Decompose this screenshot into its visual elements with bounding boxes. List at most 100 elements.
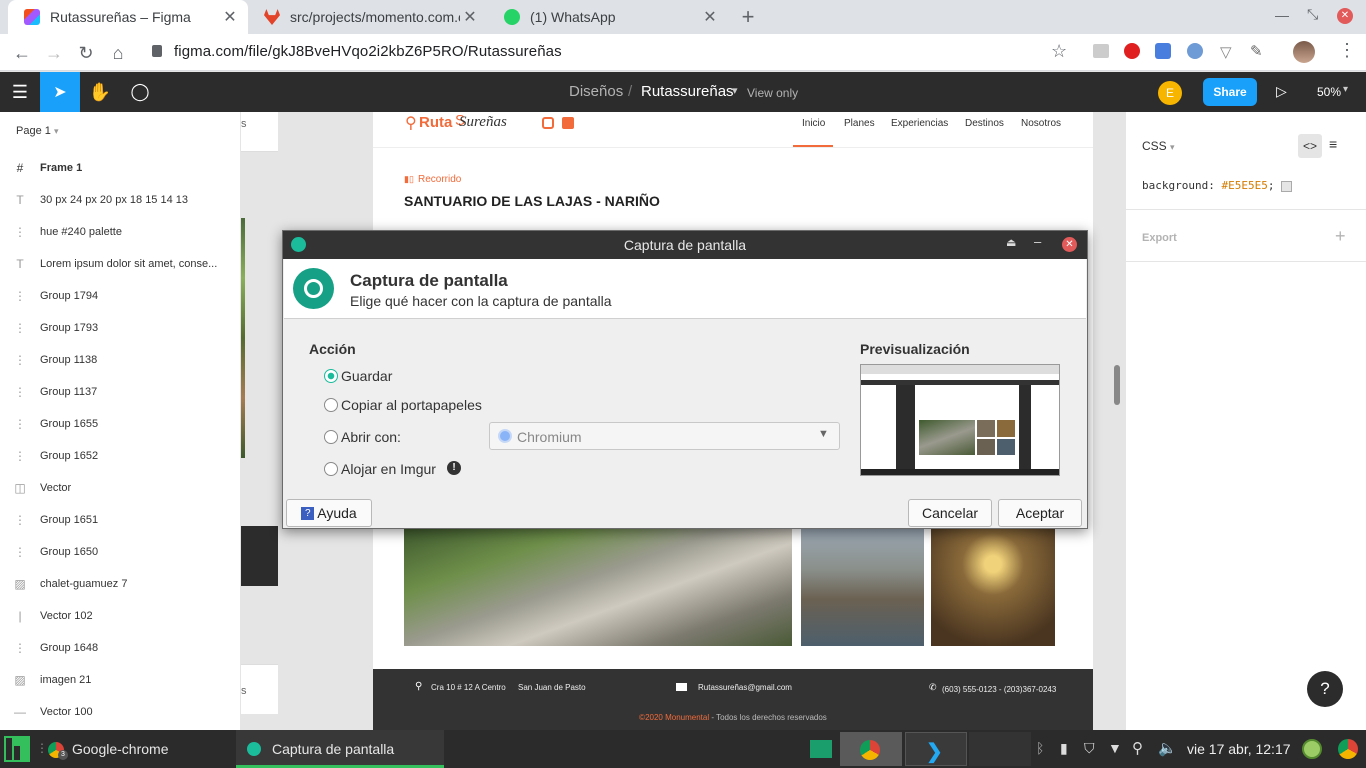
layer-item[interactable]: ⋮ Group 1651 bbox=[0, 504, 241, 536]
workspace-thumbnail[interactable] bbox=[840, 732, 902, 766]
url-input[interactable]: figma.com/file/gkJ8BveHVqo2i2kbZ6P5RO/Ru… bbox=[174, 43, 562, 60]
copyright-brand: ©2020 Monumental bbox=[639, 713, 710, 722]
manjaro-menu-icon[interactable] bbox=[4, 736, 30, 762]
layer-item[interactable]: # Frame 1 bbox=[0, 152, 241, 184]
workspace-thumbnail[interactable] bbox=[969, 732, 1031, 766]
security-icon[interactable]: ⛉ bbox=[1084, 740, 1095, 757]
radio-copy[interactable] bbox=[324, 398, 338, 412]
wifi-icon[interactable]: ▼ bbox=[1108, 740, 1122, 756]
share-button[interactable]: Share bbox=[1203, 78, 1257, 106]
opera-icon[interactable] bbox=[1124, 43, 1140, 59]
layer-item[interactable]: ⋮ Group 1648 bbox=[0, 632, 241, 664]
comment-tool-icon[interactable]: ◯ bbox=[120, 72, 160, 112]
layer-type-icon: ⋮ bbox=[14, 513, 26, 527]
layer-item[interactable]: ⋮ Group 1138 bbox=[0, 344, 241, 376]
chevron-down-icon: ▼ bbox=[818, 428, 829, 440]
new-tab-icon[interactable]: + bbox=[736, 4, 760, 30]
taskbar-capture[interactable]: Captura de pantalla bbox=[236, 730, 444, 768]
layer-type-icon: ▨ bbox=[14, 673, 26, 687]
tab-gitlab[interactable]: src/projects/momento.com.c ✕ bbox=[248, 0, 488, 34]
tab-whatsapp[interactable]: (1) WhatsApp ✕ bbox=[488, 0, 728, 34]
workspace-icon[interactable] bbox=[810, 740, 832, 758]
reload-icon[interactable]: ↻ bbox=[73, 40, 99, 66]
code-view-icon[interactable]: <> bbox=[1298, 134, 1322, 158]
close-window-icon[interactable]: ✕ bbox=[1337, 8, 1353, 24]
avatar[interactable] bbox=[1293, 41, 1315, 63]
move-tool-icon[interactable]: ➤ bbox=[40, 72, 80, 112]
add-export-icon[interactable]: + bbox=[1335, 226, 1346, 247]
restore-icon[interactable]: ⤡ bbox=[1307, 6, 1318, 23]
dialog-titlebar[interactable]: Captura de pantalla ⏏ – ✕ bbox=[283, 231, 1087, 259]
help-button[interactable]: ? bbox=[1307, 671, 1343, 707]
hamburger-icon[interactable]: ☰ bbox=[0, 72, 40, 112]
network-icon[interactable]: ⚲ bbox=[1132, 739, 1143, 757]
shade-icon[interactable]: ⏏ bbox=[1006, 236, 1016, 249]
close-icon[interactable]: ✕ bbox=[1062, 237, 1077, 252]
layer-item[interactable]: ⋮ Group 1655 bbox=[0, 408, 241, 440]
layer-item[interactable]: ⋮ Group 1650 bbox=[0, 536, 241, 568]
volume-icon[interactable]: 🔈 bbox=[1158, 739, 1177, 757]
translate-icon[interactable] bbox=[1155, 43, 1171, 59]
color-swatch[interactable] bbox=[1281, 181, 1292, 192]
extension-icon[interactable] bbox=[1187, 43, 1203, 59]
layer-item[interactable]: ⋮ Group 1652 bbox=[0, 440, 241, 472]
layer-item[interactable]: — Vector 100 bbox=[0, 696, 241, 728]
close-icon[interactable]: ✕ bbox=[460, 7, 480, 27]
layer-item[interactable]: T Lorem ipsum dolor sit amet, conse... bbox=[0, 248, 241, 280]
vue-icon[interactable]: ▽ bbox=[1220, 43, 1232, 61]
back-icon[interactable]: ← bbox=[9, 40, 35, 66]
layer-item[interactable]: ⋮ hue #240 palette bbox=[0, 216, 241, 248]
eyedropper-icon[interactable]: ✎ bbox=[1250, 42, 1263, 60]
cancel-button[interactable]: Cancelar bbox=[908, 499, 992, 527]
layer-item[interactable]: ⋮ Group 1794 bbox=[0, 280, 241, 312]
forward-icon[interactable]: → bbox=[41, 40, 67, 66]
layer-item[interactable]: ▨ chalet-guamuez 7 bbox=[0, 568, 241, 600]
menu-icon[interactable]: ⋮ bbox=[1338, 40, 1356, 61]
info-icon[interactable]: ! bbox=[447, 461, 461, 475]
tab-figma[interactable]: Rutassureñas – Figma ✕ bbox=[8, 0, 248, 34]
layer-item[interactable]: | Vector 102 bbox=[0, 600, 241, 632]
present-icon[interactable]: ▷ bbox=[1276, 83, 1287, 100]
help-dialog-button[interactable]: ? Ayuda bbox=[286, 499, 372, 527]
accept-button[interactable]: Aceptar bbox=[998, 499, 1082, 527]
layer-item[interactable]: ▨ imagen 21 bbox=[0, 664, 241, 696]
bluetooth-icon[interactable]: ᛒ bbox=[1036, 740, 1044, 756]
minimize-icon[interactable]: – bbox=[1034, 234, 1041, 249]
close-icon[interactable]: ✕ bbox=[700, 7, 720, 27]
layer-item[interactable]: ⋮ Group 1137 bbox=[0, 376, 241, 408]
taskbar-chrome[interactable]: 3 Google-chrome bbox=[46, 730, 236, 768]
close-icon[interactable]: ✕ bbox=[220, 7, 240, 27]
radio-save[interactable] bbox=[324, 369, 338, 383]
radio-imgur[interactable] bbox=[324, 462, 338, 476]
option-copy-label[interactable]: Copiar al portapapeles bbox=[341, 397, 482, 413]
clock[interactable]: vie 17 abr, 12:17 bbox=[1187, 741, 1291, 757]
open-with-select[interactable]: Chromium ▼ bbox=[489, 422, 840, 450]
minimize-icon[interactable]: — bbox=[1275, 7, 1289, 23]
chevron-down-icon[interactable]: ▾ bbox=[1343, 84, 1348, 95]
update-icon[interactable] bbox=[1302, 739, 1322, 759]
zoom-level[interactable]: 50% bbox=[1317, 85, 1341, 99]
open-with-value: Chromium bbox=[517, 429, 582, 445]
user-avatar[interactable]: E bbox=[1158, 81, 1182, 105]
workspace-thumbnail[interactable]: ❯ bbox=[905, 732, 967, 766]
layer-item[interactable]: T 30 px 24 px 20 px 18 15 14 13 bbox=[0, 184, 241, 216]
canvas-scrollbar[interactable] bbox=[1114, 365, 1120, 405]
storage-icon[interactable]: ▮ bbox=[1060, 740, 1068, 757]
layer-item[interactable]: ◫ Vector bbox=[0, 472, 241, 504]
file-name[interactable]: Rutassureñas bbox=[641, 83, 734, 100]
extension-icon[interactable] bbox=[1093, 44, 1109, 58]
option-save-label[interactable]: Guardar bbox=[341, 368, 392, 384]
option-open-with-label[interactable]: Abrir con: bbox=[341, 429, 401, 445]
code-language-select[interactable]: CSS ▾ bbox=[1142, 139, 1175, 153]
option-imgur-label[interactable]: Alojar en Imgur bbox=[341, 461, 436, 477]
home-icon[interactable]: ⌂ bbox=[105, 40, 131, 66]
chevron-down-icon[interactable]: ▾ bbox=[732, 84, 738, 97]
page-selector[interactable]: Page 1 ▾ bbox=[16, 125, 58, 137]
layer-item[interactable]: ⋮ Group 1793 bbox=[0, 312, 241, 344]
hand-tool-icon[interactable]: ✋ bbox=[80, 72, 120, 112]
breadcrumb-root[interactable]: Diseños bbox=[569, 83, 623, 100]
chrome-tray-icon[interactable] bbox=[1338, 739, 1358, 759]
radio-open-with[interactable] bbox=[324, 430, 338, 444]
bookmark-star-icon[interactable]: ☆ bbox=[1051, 41, 1067, 62]
list-view-icon[interactable]: ≡ bbox=[1329, 136, 1337, 152]
